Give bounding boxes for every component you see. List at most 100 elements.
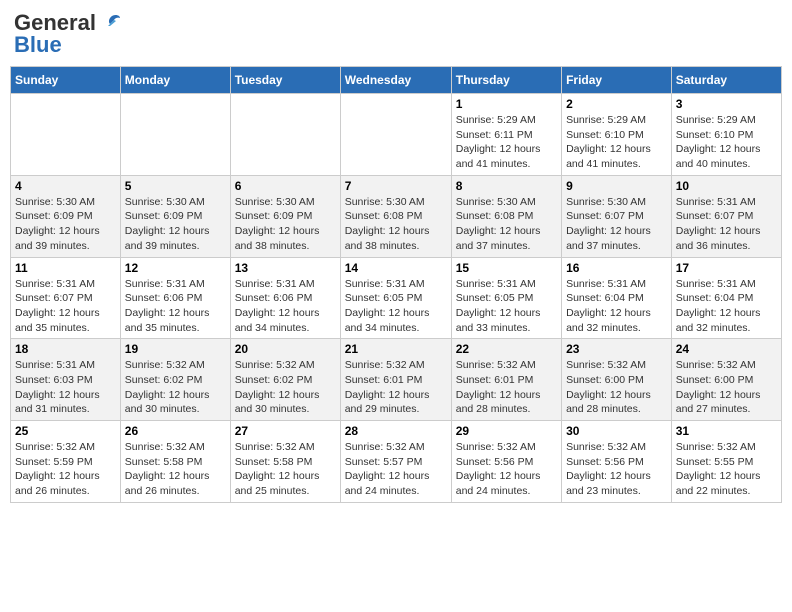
day-number: 29 [456, 424, 557, 438]
day-info: Sunrise: 5:29 AM Sunset: 6:10 PM Dayligh… [566, 113, 667, 172]
day-number: 4 [15, 179, 116, 193]
day-number: 3 [676, 97, 777, 111]
calendar-cell: 11Sunrise: 5:31 AM Sunset: 6:07 PM Dayli… [11, 257, 121, 339]
calendar-week-row: 11Sunrise: 5:31 AM Sunset: 6:07 PM Dayli… [11, 257, 782, 339]
day-info: Sunrise: 5:30 AM Sunset: 6:08 PM Dayligh… [456, 195, 557, 254]
calendar-cell: 10 Sunrise: 5:31 AM Sunset: 6:07 PM Dayli… [671, 175, 781, 257]
day-number: 2 [566, 97, 667, 111]
calendar-cell: 22 Sunrise: 5:32 AM Sunset: 6:01 PM Dayli… [451, 339, 561, 421]
day-info: Sunrise: 5:32 AM Sunset: 6:02 PM Dayligh… [235, 358, 336, 417]
day-info: Sunrise: 5:31 AM Sunset: 6:04 PM Dayligh… [676, 277, 777, 336]
day-number: 27 [235, 424, 336, 438]
calendar-cell: 3Sunrise: 5:29 AM Sunset: 6:10 PM Daylig… [671, 94, 781, 176]
day-info: Sunrise: 5:29 AM Sunset: 6:11 PM Dayligh… [456, 113, 557, 172]
day-number: 28 [345, 424, 447, 438]
day-info: Sunrise: 5:30 AM Sunset: 6:09 PM Dayligh… [15, 195, 116, 254]
day-number: 10 [676, 179, 777, 193]
day-number: 6 [235, 179, 336, 193]
calendar-cell: 26 Sunrise: 5:32 AM Sunset: 5:58 PM Dayli… [120, 421, 230, 503]
weekday-header: Saturday [671, 67, 781, 94]
calendar-cell: 19Sunrise: 5:32 AM Sunset: 6:02 PM Dayli… [120, 339, 230, 421]
calendar-cell: 14Sunrise: 5:31 AM Sunset: 6:05 PM Dayli… [340, 257, 451, 339]
day-info: Sunrise: 5:30 AM Sunset: 6:09 PM Dayligh… [125, 195, 226, 254]
day-info: Sunrise: 5:30 AM Sunset: 6:09 PM Dayligh… [235, 195, 336, 254]
day-number: 18 [15, 342, 116, 356]
day-number: 5 [125, 179, 226, 193]
day-info: Sunrise: 5:32 AM Sunset: 5:56 PM Dayligh… [566, 440, 667, 499]
calendar-cell: 7Sunrise: 5:30 AM Sunset: 6:08 PM Daylig… [340, 175, 451, 257]
calendar-cell: 25 Sunrise: 5:32 AM Sunset: 5:59 PM Dayli… [11, 421, 121, 503]
calendar-cell [340, 94, 451, 176]
day-number: 13 [235, 261, 336, 275]
day-info: Sunrise: 5:31 AM Sunset: 6:03 PM Dayligh… [15, 358, 116, 417]
day-number: 26 [125, 424, 226, 438]
day-info: Sunrise: 5:31 AM Sunset: 6:05 PM Dayligh… [345, 277, 447, 336]
day-info: Sunrise: 5:32 AM Sunset: 5:58 PM Dayligh… [235, 440, 336, 499]
weekday-header: Tuesday [230, 67, 340, 94]
logo: General Blue [14, 10, 122, 58]
day-number: 25 [15, 424, 116, 438]
day-number: 11 [15, 261, 116, 275]
weekday-header: Sunday [11, 67, 121, 94]
logo-blue-text: Blue [14, 32, 62, 58]
day-number: 23 [566, 342, 667, 356]
day-info: Sunrise: 5:32 AM Sunset: 5:55 PM Dayligh… [676, 440, 777, 499]
page-header: General Blue [10, 10, 782, 58]
day-info: Sunrise: 5:32 AM Sunset: 5:59 PM Dayligh… [15, 440, 116, 499]
calendar-cell [230, 94, 340, 176]
calendar-cell: 27 Sunrise: 5:32 AM Sunset: 5:58 PM Dayli… [230, 421, 340, 503]
day-number: 21 [345, 342, 447, 356]
calendar-cell: 20Sunrise: 5:32 AM Sunset: 6:02 PM Dayli… [230, 339, 340, 421]
day-info: Sunrise: 5:31 AM Sunset: 6:06 PM Dayligh… [235, 277, 336, 336]
day-number: 15 [456, 261, 557, 275]
day-number: 8 [456, 179, 557, 193]
weekday-header: Friday [562, 67, 672, 94]
day-info: Sunrise: 5:32 AM Sunset: 6:01 PM Dayligh… [345, 358, 447, 417]
weekday-header: Wednesday [340, 67, 451, 94]
calendar-week-row: 18 Sunrise: 5:31 AM Sunset: 6:03 PM Dayli… [11, 339, 782, 421]
day-number: 24 [676, 342, 777, 356]
calendar-cell: 1 Sunrise: 5:29 AM Sunset: 6:11 PM Daylig… [451, 94, 561, 176]
calendar-week-row: 4 Sunrise: 5:30 AM Sunset: 6:09 PM Daylig… [11, 175, 782, 257]
calendar-cell: 4 Sunrise: 5:30 AM Sunset: 6:09 PM Daylig… [11, 175, 121, 257]
day-info: Sunrise: 5:30 AM Sunset: 6:07 PM Dayligh… [566, 195, 667, 254]
day-number: 31 [676, 424, 777, 438]
calendar-cell: 31 Sunrise: 5:32 AM Sunset: 5:55 PM Dayli… [671, 421, 781, 503]
weekday-header: Thursday [451, 67, 561, 94]
day-number: 22 [456, 342, 557, 356]
day-number: 9 [566, 179, 667, 193]
day-number: 12 [125, 261, 226, 275]
day-number: 30 [566, 424, 667, 438]
day-info: Sunrise: 5:31 AM Sunset: 6:06 PM Dayligh… [125, 277, 226, 336]
day-info: Sunrise: 5:30 AM Sunset: 6:08 PM Dayligh… [345, 195, 447, 254]
day-number: 1 [456, 97, 557, 111]
calendar-week-row: 1 Sunrise: 5:29 AM Sunset: 6:11 PM Daylig… [11, 94, 782, 176]
day-info: Sunrise: 5:31 AM Sunset: 6:04 PM Dayligh… [566, 277, 667, 336]
calendar-cell: 29 Sunrise: 5:32 AM Sunset: 5:56 PM Dayli… [451, 421, 561, 503]
logo-bird-icon [100, 12, 122, 34]
calendar-cell: 13 Sunrise: 5:31 AM Sunset: 6:06 PM Dayli… [230, 257, 340, 339]
calendar-cell: 6 Sunrise: 5:30 AM Sunset: 6:09 PM Daylig… [230, 175, 340, 257]
day-number: 16 [566, 261, 667, 275]
day-info: Sunrise: 5:32 AM Sunset: 5:58 PM Dayligh… [125, 440, 226, 499]
calendar-cell: 24Sunrise: 5:32 AM Sunset: 6:00 PM Dayli… [671, 339, 781, 421]
calendar-cell: 9 Sunrise: 5:30 AM Sunset: 6:07 PM Daylig… [562, 175, 672, 257]
calendar-cell: 18 Sunrise: 5:31 AM Sunset: 6:03 PM Dayli… [11, 339, 121, 421]
day-info: Sunrise: 5:32 AM Sunset: 6:02 PM Dayligh… [125, 358, 226, 417]
weekday-header: Monday [120, 67, 230, 94]
calendar-cell: 5 Sunrise: 5:30 AM Sunset: 6:09 PM Daylig… [120, 175, 230, 257]
calendar-cell: 28Sunrise: 5:32 AM Sunset: 5:57 PM Dayli… [340, 421, 451, 503]
day-info: Sunrise: 5:32 AM Sunset: 5:56 PM Dayligh… [456, 440, 557, 499]
calendar-cell: 30 Sunrise: 5:32 AM Sunset: 5:56 PM Dayli… [562, 421, 672, 503]
day-info: Sunrise: 5:32 AM Sunset: 6:01 PM Dayligh… [456, 358, 557, 417]
calendar-cell: 17 Sunrise: 5:31 AM Sunset: 6:04 PM Dayli… [671, 257, 781, 339]
calendar-table: SundayMondayTuesdayWednesdayThursdayFrid… [10, 66, 782, 503]
day-number: 17 [676, 261, 777, 275]
calendar-cell: 8 Sunrise: 5:30 AM Sunset: 6:08 PM Daylig… [451, 175, 561, 257]
calendar-cell [120, 94, 230, 176]
day-info: Sunrise: 5:31 AM Sunset: 6:07 PM Dayligh… [676, 195, 777, 254]
calendar-cell: 15Sunrise: 5:31 AM Sunset: 6:05 PM Dayli… [451, 257, 561, 339]
day-info: Sunrise: 5:32 AM Sunset: 6:00 PM Dayligh… [566, 358, 667, 417]
calendar-cell: 2 Sunrise: 5:29 AM Sunset: 6:10 PM Daylig… [562, 94, 672, 176]
calendar-week-row: 25 Sunrise: 5:32 AM Sunset: 5:59 PM Dayli… [11, 421, 782, 503]
